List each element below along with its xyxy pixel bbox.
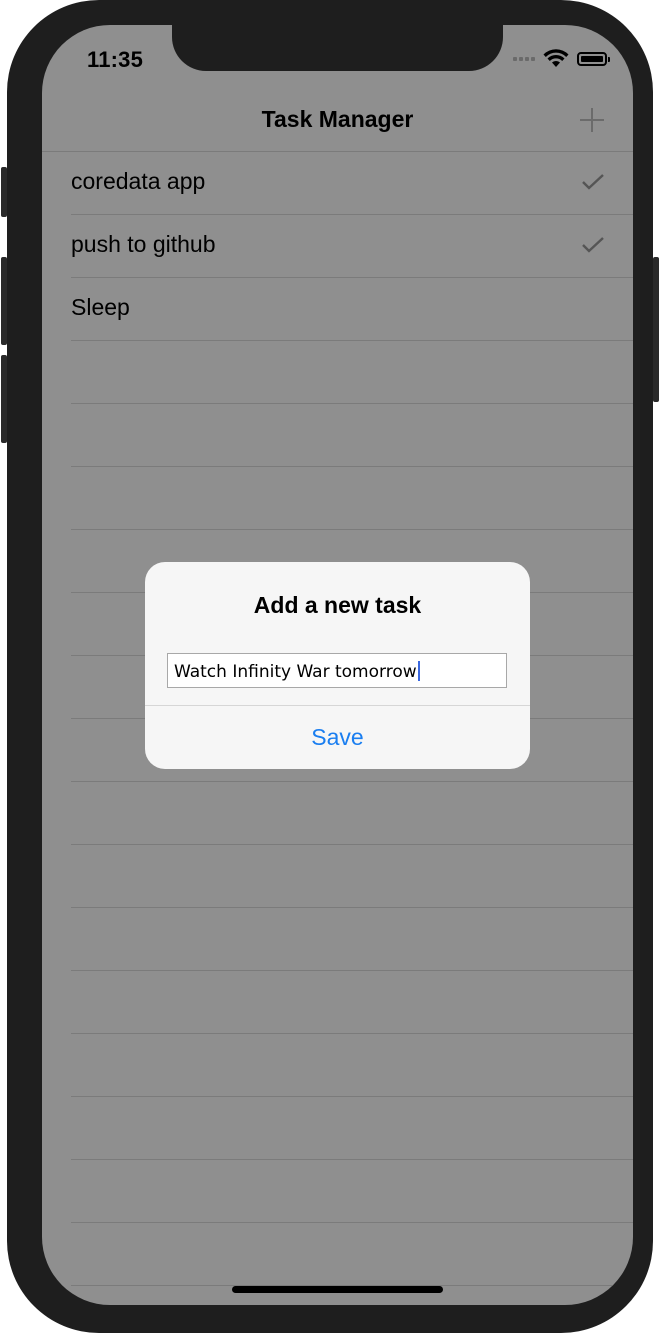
home-indicator[interactable] bbox=[232, 1286, 443, 1293]
navigation-bar: Task Manager bbox=[42, 90, 633, 152]
add-task-dialog: Add a new task Watch Infinity War tomorr… bbox=[145, 562, 530, 769]
task-row[interactable]: push to github bbox=[71, 215, 633, 278]
power-button bbox=[653, 257, 659, 402]
empty-row bbox=[71, 341, 633, 404]
empty-row bbox=[71, 467, 633, 530]
page-title: Task Manager bbox=[261, 106, 414, 132]
task-label: Sleep bbox=[71, 294, 130, 320]
checkmark-icon bbox=[582, 237, 604, 253]
task-name-input-value: Watch Infinity War tomorrow bbox=[174, 662, 417, 682]
task-name-input[interactable]: Watch Infinity War tomorrow bbox=[167, 653, 507, 688]
empty-row bbox=[71, 908, 633, 971]
battery-full-icon bbox=[577, 52, 610, 66]
volume-down-button bbox=[1, 355, 7, 443]
phone-frame: 11:35 Task Manager coredata app push to … bbox=[7, 0, 653, 1333]
app-screen: 11:35 Task Manager coredata app push to … bbox=[42, 25, 633, 1305]
empty-row bbox=[71, 404, 633, 467]
cellular-dots-icon bbox=[513, 57, 535, 61]
empty-row bbox=[71, 971, 633, 1034]
empty-row bbox=[71, 782, 633, 845]
task-label: push to github bbox=[71, 231, 216, 257]
device-notch bbox=[172, 25, 503, 71]
wifi-icon bbox=[543, 49, 569, 67]
task-row[interactable]: coredata app bbox=[71, 152, 633, 215]
empty-row bbox=[71, 1223, 633, 1286]
save-button[interactable]: Save bbox=[145, 706, 530, 769]
mute-switch bbox=[1, 167, 7, 217]
checkmark-icon bbox=[582, 174, 604, 190]
empty-row bbox=[71, 845, 633, 908]
task-row[interactable]: Sleep bbox=[71, 278, 633, 341]
empty-row bbox=[71, 1160, 633, 1223]
volume-up-button bbox=[1, 257, 7, 345]
status-icons bbox=[513, 49, 610, 69]
plus-icon[interactable] bbox=[577, 105, 607, 135]
status-time: 11:35 bbox=[87, 47, 144, 72]
empty-row bbox=[71, 1034, 633, 1097]
empty-row bbox=[71, 1097, 633, 1160]
dialog-title: Add a new task bbox=[253, 592, 422, 618]
text-caret bbox=[417, 661, 420, 681]
task-label: coredata app bbox=[71, 168, 206, 194]
